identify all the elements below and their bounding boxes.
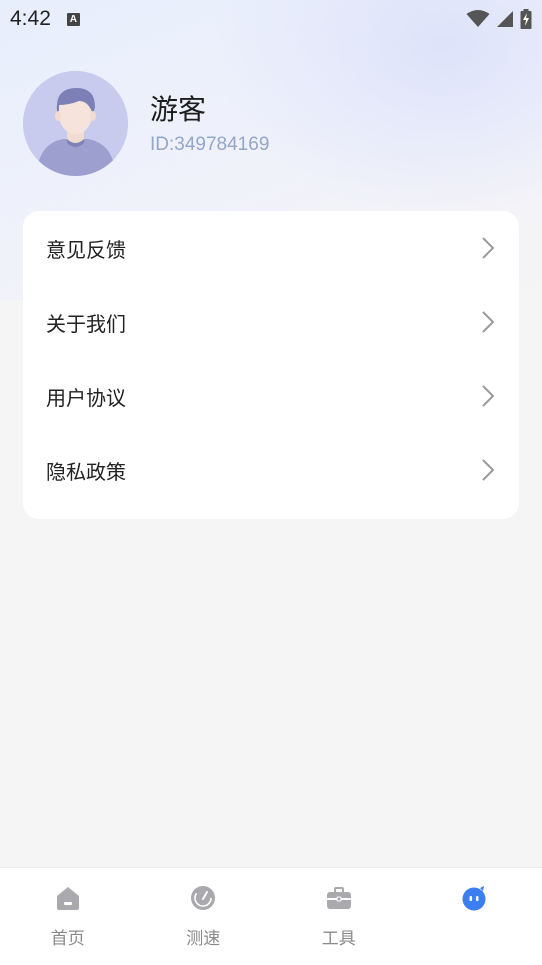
menu-item-user-agreement[interactable]: 用户协议 bbox=[23, 359, 519, 433]
tab-tools[interactable]: 工具 bbox=[271, 868, 407, 965]
wifi-icon bbox=[466, 10, 490, 27]
status-time: 4:42 bbox=[10, 7, 51, 30]
menu-item-privacy-policy[interactable]: 隐私政策 bbox=[23, 433, 519, 507]
signal-icon bbox=[497, 11, 513, 27]
chevron-right-icon bbox=[482, 385, 495, 407]
tab-label: 首页 bbox=[50, 929, 85, 949]
tab-home[interactable]: 首页 bbox=[0, 868, 136, 965]
bottom-tab-bar: 首页 测速 工具 bbox=[0, 867, 542, 965]
chevron-right-icon bbox=[482, 311, 495, 333]
profile-face-icon bbox=[462, 886, 486, 911]
avatar[interactable] bbox=[23, 71, 128, 176]
tab-speed-test[interactable]: 测速 bbox=[136, 868, 272, 965]
default-avatar-icon bbox=[23, 71, 128, 176]
user-nickname: 游客 bbox=[150, 92, 207, 126]
tab-profile[interactable] bbox=[407, 868, 542, 965]
profile-header: 游客 ID:349784169 bbox=[23, 71, 269, 176]
menu-item-feedback[interactable]: 意见反馈 bbox=[23, 211, 519, 285]
menu-item-label: 关于我们 bbox=[46, 311, 126, 336]
status-bar: 4:42 A bbox=[0, 0, 542, 38]
notification-a-icon: A bbox=[66, 12, 80, 26]
settings-menu-card: 意见反馈 关于我们 用户协议 隐私政策 bbox=[23, 211, 519, 519]
menu-item-label: 意见反馈 bbox=[46, 237, 126, 262]
menu-item-label: 隐私政策 bbox=[46, 459, 126, 484]
chevron-right-icon bbox=[482, 237, 495, 259]
battery-charging-icon bbox=[520, 9, 532, 29]
toolbox-icon bbox=[326, 887, 351, 909]
menu-item-about-us[interactable]: 关于我们 bbox=[23, 285, 519, 359]
tab-label: 测速 bbox=[186, 929, 221, 949]
menu-item-label: 用户协议 bbox=[46, 385, 126, 410]
chevron-right-icon bbox=[482, 459, 495, 481]
speedometer-icon bbox=[191, 886, 216, 910]
home-icon bbox=[56, 887, 79, 910]
user-id: ID:349784169 bbox=[150, 133, 270, 155]
tab-label: 工具 bbox=[321, 929, 356, 949]
